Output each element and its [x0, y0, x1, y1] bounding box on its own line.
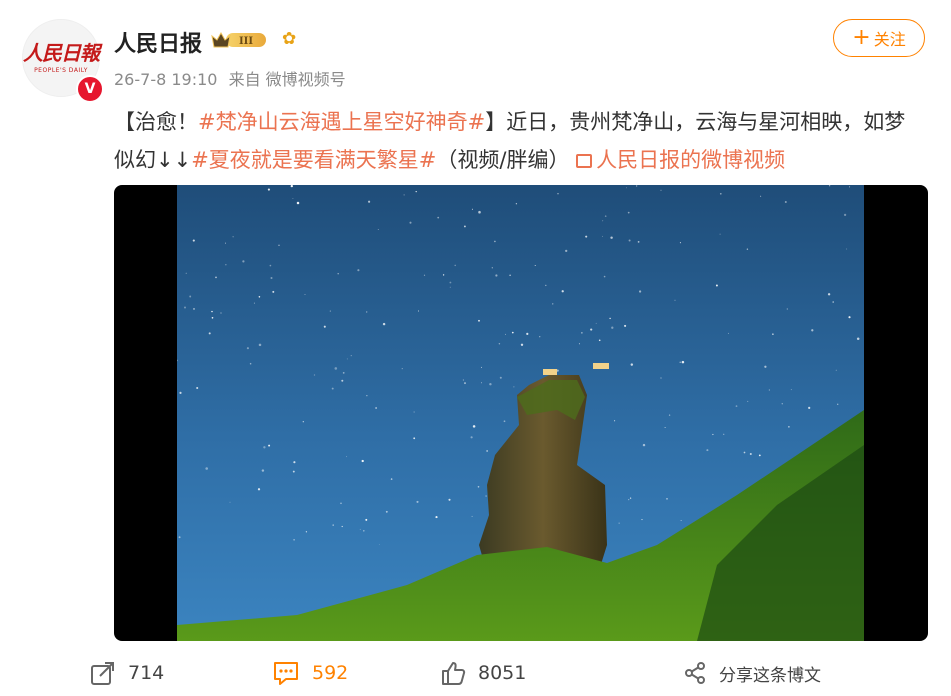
video-link-label: 人民日报的微博视频	[596, 148, 786, 172]
video-frame-starry-mountain	[177, 185, 864, 641]
repost-icon	[91, 662, 114, 685]
sunflower-icon: ✿	[282, 29, 297, 49]
share-button[interactable]: 分享这条博文	[683, 655, 821, 691]
post-source: 来自 微博视频号	[228, 70, 346, 89]
share-icon	[685, 662, 705, 684]
video-source-link[interactable]: 人民日报的微博视频	[576, 148, 785, 172]
follow-label: 关注	[873, 30, 906, 49]
comment-count: 592	[312, 662, 349, 684]
avatar-logo-subtitle: PEOPLE'S DAILY	[34, 67, 88, 74]
share-label: 分享这条博文	[719, 665, 821, 686]
repost-button[interactable]: 714	[90, 655, 164, 691]
avatar-logo: 人民日報	[23, 41, 100, 65]
like-count: 8051	[478, 662, 527, 684]
post-meta: 26-7-8 19:10 来自 微博视频号	[114, 66, 346, 90]
post-text-part: （视频/胖编）	[436, 148, 570, 172]
video-link-icon	[576, 154, 593, 168]
post-text-part: 【治愈！	[114, 110, 198, 134]
thumbs-up-icon	[442, 662, 466, 685]
author-name[interactable]: 人民日报	[114, 26, 202, 58]
repost-count: 714	[128, 662, 165, 684]
follow-button[interactable]: + 关注	[833, 19, 925, 57]
action-bar: 714 592 8051 分享这条博文	[0, 655, 951, 691]
like-button[interactable]: 8051	[440, 655, 526, 691]
plus-icon: +	[852, 25, 871, 50]
verified-badge-icon: V	[76, 75, 104, 103]
level-badge-text: III	[239, 36, 253, 47]
member-level-badge-icon[interactable]: III	[210, 30, 268, 50]
comment-icon	[274, 662, 298, 685]
video-player[interactable]	[114, 185, 928, 641]
hashtag-link[interactable]: #梵净山云海遇上星空好神奇#	[198, 110, 485, 134]
hashtag-link[interactable]: #夏夜就是要看满天繁星#	[191, 148, 436, 172]
post-timestamp[interactable]: 26-7-8 19:10	[114, 70, 217, 89]
comment-button[interactable]: 592	[272, 655, 348, 691]
post-text: 【治愈！#梵净山云海遇上星空好神奇#】近日，贵州梵净山，云海与星河相映，如梦似幻…	[114, 103, 924, 179]
